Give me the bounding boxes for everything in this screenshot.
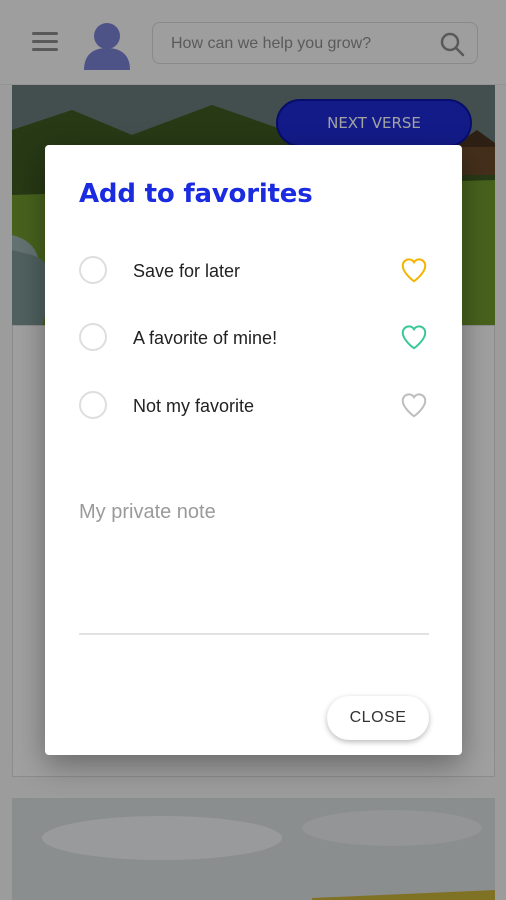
radio-button[interactable] bbox=[79, 256, 107, 284]
option-label: Not my favorite bbox=[133, 396, 255, 416]
option-favorite-of-mine[interactable]: A favorite of mine! bbox=[79, 320, 429, 354]
heart-outline-icon bbox=[399, 390, 429, 420]
radio-button[interactable] bbox=[79, 391, 107, 419]
heart-outline-icon bbox=[399, 255, 429, 285]
option-label: A favorite of mine! bbox=[133, 328, 278, 348]
note-placeholder: My private note bbox=[79, 501, 216, 523]
option-save-for-later[interactable]: Save for later bbox=[79, 253, 429, 287]
dialog-title: Add to favorites bbox=[79, 179, 313, 209]
option-label: Save for later bbox=[133, 261, 241, 281]
heart-outline-icon bbox=[399, 322, 429, 352]
add-to-favorites-dialog: Add to favorites Save for later A favori… bbox=[45, 145, 462, 755]
close-button[interactable]: CLOSE bbox=[327, 696, 429, 740]
option-not-my-favorite[interactable]: Not my favorite bbox=[79, 388, 429, 422]
private-note-field[interactable]: My private note bbox=[79, 495, 429, 635]
radio-button[interactable] bbox=[79, 323, 107, 351]
